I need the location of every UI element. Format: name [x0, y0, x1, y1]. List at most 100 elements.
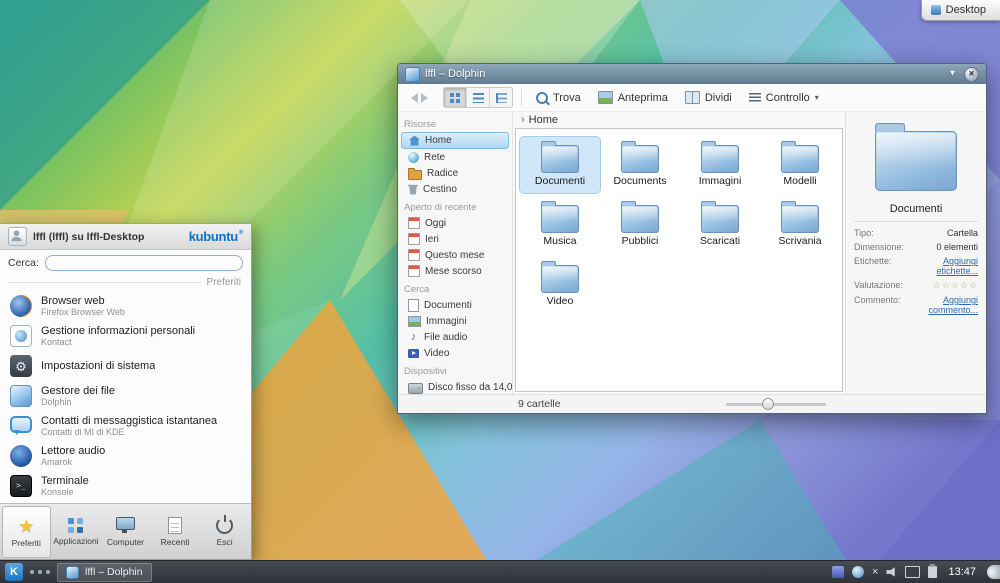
sidebar-item-home[interactable]: Home [401, 132, 509, 149]
section-title-recenti: Aperto di recente [398, 197, 512, 215]
launcher-header: lffl (lffl) su lffl-Desktop kubuntu ® [0, 224, 251, 250]
rating-stars[interactable]: ☆☆☆☆☆ [908, 280, 978, 291]
tab-esci[interactable]: Esci [200, 506, 249, 558]
calendar-icon [408, 249, 420, 261]
folder-view[interactable]: Documenti Documents Immagini Modelli [515, 128, 843, 392]
taskbar-task-dolphin[interactable]: lffl – Dolphin [57, 563, 152, 582]
panel-toolbox-icon[interactable] [987, 565, 1000, 579]
desktop-toolbox-button[interactable]: Desktop [921, 0, 1000, 21]
favorites-list: Browser webFirefox Browser Web Gestione … [0, 289, 251, 503]
clock[interactable]: 13:47 [948, 566, 976, 578]
toolbar: Trova Anteprima Dividi Controllo ▾ [398, 84, 986, 112]
folder-item[interactable]: Musica [520, 197, 600, 253]
folder-icon [621, 205, 659, 233]
split-button[interactable]: Dividi [679, 89, 738, 106]
launcher-item-pim[interactable]: Gestione informazioni personaliKontact [6, 321, 245, 351]
folder-item[interactable]: Modelli [760, 137, 840, 193]
network-icon[interactable] [852, 566, 864, 578]
sidebar-item-disco-fisso[interactable]: Disco fisso da 14,0 GiB [398, 379, 512, 394]
volume-icon[interactable] [886, 567, 897, 578]
folder-icon [781, 205, 819, 233]
desktop-toolbox-label: Desktop [946, 4, 986, 16]
search-input[interactable] [45, 255, 243, 271]
add-comment-link[interactable]: Aggiungi commento... [908, 295, 978, 315]
details-view-icon [496, 93, 507, 103]
comment-label: Commento: [854, 295, 904, 315]
launcher-item-settings[interactable]: ⚙ Impostazioni di sistema [6, 351, 245, 381]
tab-preferiti[interactable]: ★ Preferiti [2, 506, 51, 558]
hard-disk-icon [408, 383, 423, 394]
tab-applicazioni[interactable]: Applicazioni [52, 506, 101, 558]
activity-pager[interactable] [30, 570, 50, 574]
control-button[interactable]: Controllo ▾ [743, 90, 825, 106]
folder-preview-icon [875, 131, 957, 191]
titlebar[interactable]: lffl – Dolphin ▾ × [398, 64, 986, 84]
folder-icon [621, 145, 659, 173]
folder-icon [701, 145, 739, 173]
display-icon[interactable] [905, 566, 920, 578]
compact-view-button[interactable] [466, 88, 489, 107]
power-icon [216, 517, 233, 534]
folder-item[interactable]: Scrivania [760, 197, 840, 253]
network-icon [408, 152, 419, 163]
kickoff-launcher-button[interactable]: K [5, 563, 23, 581]
add-tags-link[interactable]: Aggiungi etichette... [908, 256, 978, 276]
sidebar-item-ieri[interactable]: Ieri [398, 231, 512, 247]
folder-item[interactable]: Scaricati [680, 197, 760, 253]
folder-item[interactable]: Documenti [520, 137, 600, 193]
section-title-cerca: Cerca [398, 279, 512, 297]
launcher-item-audio[interactable]: Lettore audioAmarok [6, 441, 245, 471]
tab-recenti[interactable]: Recenti [151, 506, 200, 558]
find-button[interactable]: Trova [530, 90, 587, 106]
pager-dot[interactable] [46, 570, 50, 574]
launcher-item-terminal[interactable]: >_ TerminaleKonsole [6, 471, 245, 501]
clipboard-icon[interactable] [928, 566, 937, 578]
taskbar-panel: K lffl – Dolphin × 13:47 [0, 560, 1000, 583]
launcher-item-files[interactable]: Gestore dei fileDolphin [6, 381, 245, 411]
pager-dot[interactable] [30, 570, 34, 574]
computer-icon [116, 517, 135, 530]
launcher-item-im[interactable]: Contatti di messaggistica istantaneaCont… [6, 411, 245, 441]
preview-button[interactable]: Anteprima [592, 89, 674, 106]
close-button[interactable]: × [964, 67, 979, 82]
breadcrumb[interactable]: › Home [513, 112, 845, 128]
chat-bubble-icon [10, 415, 32, 437]
sidebar-item-radice[interactable]: Radice [398, 165, 512, 181]
folder-item[interactable]: Immagini [680, 137, 760, 193]
folder-item[interactable]: Pubblici [600, 197, 680, 253]
launcher-item-browser[interactable]: Browser webFirefox Browser Web [6, 291, 245, 321]
icons-view-button[interactable] [444, 88, 466, 107]
sidebar-item-documenti[interactable]: Documenti [398, 297, 512, 313]
sidebar-item-immagini[interactable]: Immagini [398, 313, 512, 329]
split-icon [685, 91, 700, 104]
items-count: 9 cartelle [518, 398, 561, 410]
sidebar-item-cestino[interactable]: Cestino [398, 181, 512, 197]
details-view-button[interactable] [489, 88, 512, 107]
sidebar-item-video[interactable]: Video [398, 345, 512, 361]
sidebar-item-file-audio[interactable]: ♪ File audio [398, 329, 512, 345]
divider [8, 282, 201, 283]
zoom-slider-handle[interactable] [762, 398, 774, 410]
folder-item[interactable]: Video [520, 257, 600, 313]
folder-item[interactable]: Documents [600, 137, 680, 193]
hamburger-icon [749, 93, 761, 102]
forward-icon[interactable] [421, 93, 433, 103]
sidebar-item-questo-mese[interactable]: Questo mese [398, 247, 512, 263]
firefox-icon [10, 295, 32, 317]
sidebar-item-oggi[interactable]: Oggi [398, 215, 512, 231]
type-value: Cartella [908, 228, 978, 238]
pager-dot[interactable] [38, 570, 42, 574]
x-tray-icon[interactable]: × [872, 567, 878, 578]
sidebar-item-mese-scorso[interactable]: Mese scorso [398, 263, 512, 279]
tab-computer[interactable]: Computer [101, 506, 150, 558]
sidebar-item-rete[interactable]: Rete [398, 149, 512, 165]
shade-button[interactable]: ▾ [946, 69, 959, 79]
zoom-slider[interactable] [726, 403, 826, 406]
breadcrumb-home[interactable]: Home [529, 114, 558, 126]
dolphin-icon [10, 385, 32, 407]
back-icon[interactable] [406, 93, 418, 103]
preview-icon [598, 91, 613, 104]
device-notifier-icon[interactable] [832, 566, 844, 578]
size-label: Dimensione: [854, 242, 904, 252]
search-label: Cerca: [8, 257, 39, 269]
